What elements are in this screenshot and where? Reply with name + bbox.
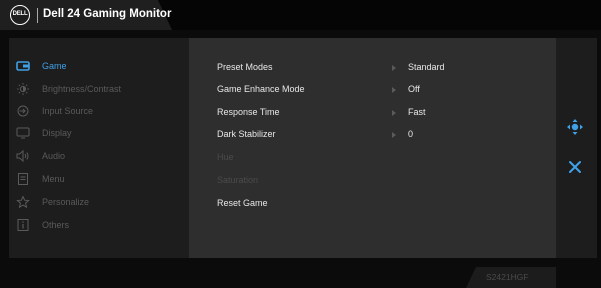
option-saturation: Saturation bbox=[217, 175, 259, 185]
controls-column bbox=[556, 38, 597, 258]
menu-item-label: Brightness/Contrast bbox=[42, 84, 122, 94]
chevron-right-icon bbox=[392, 65, 396, 71]
title-separator bbox=[37, 8, 38, 23]
chevron-right-icon bbox=[392, 132, 396, 138]
menu-item-label: Personalize bbox=[42, 197, 90, 207]
menu-item-input-source[interactable]: Input Source bbox=[16, 102, 186, 120]
brightness-icon bbox=[16, 83, 30, 95]
option-game-enhance-mode[interactable]: Game Enhance Mode bbox=[217, 84, 305, 94]
option-preset-modes[interactable]: Preset Modes bbox=[217, 62, 273, 72]
menu-item-audio[interactable]: Audio bbox=[16, 147, 186, 165]
menu-item-label: Others bbox=[42, 220, 70, 230]
option-value: 0 bbox=[408, 129, 414, 139]
option-value: Fast bbox=[408, 107, 426, 117]
chevron-right-icon bbox=[392, 87, 396, 93]
menu-item-personalize[interactable]: Personalize bbox=[16, 193, 186, 211]
move-arrows-icon[interactable] bbox=[567, 119, 583, 135]
menu-item-label: Menu bbox=[42, 174, 65, 184]
menu-icon bbox=[16, 173, 30, 185]
menu-item-menu[interactable]: Menu bbox=[16, 170, 186, 188]
audio-icon bbox=[16, 150, 30, 162]
menu-item-label: Input Source bbox=[42, 106, 94, 116]
info-icon bbox=[16, 219, 30, 231]
menu-item-label: Display bbox=[42, 128, 72, 138]
option-value: Off bbox=[408, 84, 420, 94]
option-dark-stabilizer[interactable]: Dark Stabilizer bbox=[217, 129, 276, 139]
menu-item-label: Game bbox=[42, 61, 67, 71]
menu-item-label: Audio bbox=[42, 151, 66, 161]
option-value: Standard bbox=[408, 62, 445, 72]
chevron-right-icon bbox=[392, 110, 396, 116]
game-controller-icon bbox=[16, 60, 30, 72]
menu-item-others[interactable]: Others bbox=[16, 216, 186, 234]
star-icon bbox=[16, 196, 30, 208]
monitor-title: Dell 24 Gaming Monitor bbox=[43, 8, 172, 20]
input-source-icon bbox=[16, 105, 30, 117]
model-number: S2421HGF bbox=[486, 272, 529, 282]
display-icon bbox=[16, 127, 30, 139]
option-hue: Hue bbox=[217, 152, 234, 162]
close-icon[interactable] bbox=[568, 160, 582, 174]
menu-item-brightness-contrast[interactable]: Brightness/Contrast bbox=[16, 80, 186, 98]
menu-item-game[interactable]: Game bbox=[16, 57, 186, 75]
option-reset-game[interactable]: Reset Game bbox=[217, 198, 268, 208]
option-response-time[interactable]: Response Time bbox=[217, 107, 280, 117]
dell-logo: DELL bbox=[10, 5, 30, 25]
menu-item-display[interactable]: Display bbox=[16, 124, 186, 142]
